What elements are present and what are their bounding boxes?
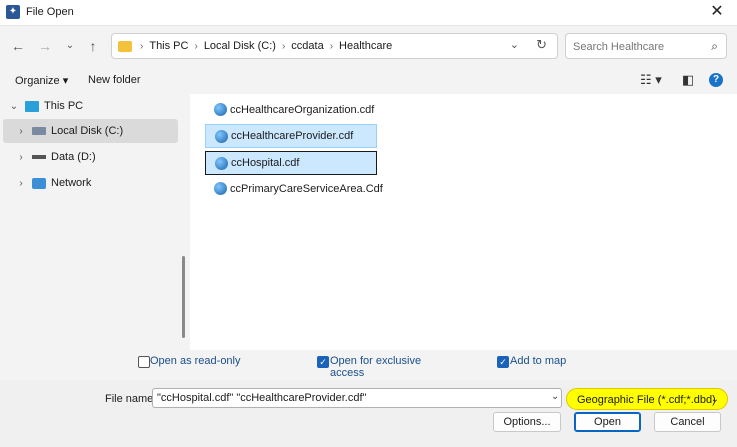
file-type-filter-select[interactable]: Geographic File (*.cdf;*.dbd) ⌄ [566,388,728,410]
exclusive-access-label-line2[interactable]: access [330,367,364,379]
bottom-panel: File name: "ccHospital.cdf" "ccHealthcar… [0,380,737,447]
navigation-bar: ← → ⌄ ↑ › This PC › Local Disk (C:) › cc… [0,26,737,66]
title-bar: ✦ File Open ✕ [0,0,737,26]
file-type-filter-value: Geographic File (*.cdf;*.dbd) [577,394,716,406]
close-button[interactable]: ✕ [697,0,737,26]
tree-item-data-d[interactable]: › Data (D:) [0,145,178,169]
read-only-checkbox[interactable] [138,356,150,368]
options-button[interactable]: Options... [493,412,561,432]
preview-pane-icon[interactable]: ◧ [682,72,694,88]
breadcrumb-separator-icon: › [140,40,144,52]
command-toolbar: Organize ▾ New folder ☷ ▾ ◧ ? [0,66,737,94]
search-input[interactable]: Search Healthcare [573,41,664,53]
help-icon[interactable]: ? [709,73,723,87]
file-name: ccPrimaryCareServiceArea.Cdf [230,183,383,195]
back-arrow-icon[interactable]: ← [8,36,28,56]
file-name-dropdown-chevron-icon[interactable]: ⌄ [551,391,559,402]
breadcrumb-local-disk[interactable]: Local Disk (C:) [204,40,276,52]
recent-locations-chevron-icon[interactable]: ⌄ [60,36,80,56]
collapsed-chevron-icon[interactable]: › [14,126,28,137]
tree-item-label: Network [51,177,92,189]
file-name: ccHospital.cdf [231,157,300,169]
geographic-file-icon [214,103,227,116]
read-only-label[interactable]: Open as read-only [150,355,241,367]
file-item[interactable]: ccPrimaryCareServiceArea.Cdf [205,177,383,201]
file-item[interactable]: ccHealthcareProvider.cdf [205,124,377,148]
file-name: ccHealthcareOrganization.cdf [230,104,375,116]
navigation-pane: ⌄ This PC › Local Disk (C:) › Data (D:) … [0,94,190,350]
geographic-file-icon [215,157,228,170]
up-arrow-icon[interactable]: ↑ [83,36,103,56]
geographic-file-icon [215,130,228,143]
search-icon[interactable]: ⌕ [711,39,718,54]
breadcrumb-this-pc[interactable]: This PC [149,40,188,52]
folder-icon [118,40,132,52]
file-list: ccHealthcareOrganization.cdf ccHealthcar… [190,94,737,350]
breadcrumb-healthcare[interactable]: Healthcare [339,40,392,52]
organize-button[interactable]: Organize ▾ [15,74,68,87]
exclusive-access-checkbox[interactable]: ✓ [317,356,329,368]
cancel-button[interactable]: Cancel [654,412,721,432]
pc-icon [25,100,39,112]
file-name: ccHealthcareProvider.cdf [231,130,354,142]
file-name-input[interactable]: "ccHospital.cdf" "ccHealthcareProvider.c… [152,388,562,408]
collapsed-chevron-icon[interactable]: › [14,178,28,189]
address-dropdown-chevron-icon[interactable]: ⌄ [510,38,519,51]
breadcrumb-separator-icon: › [281,40,286,52]
add-to-map-label[interactable]: Add to map [510,355,566,367]
tree-item-this-pc[interactable]: ⌄ This PC [0,94,178,118]
forward-arrow-icon[interactable]: → [35,36,55,56]
navigation-pane-scrollbar[interactable] [182,256,185,338]
address-bar[interactable]: › This PC › Local Disk (C:) › ccdata › H… [111,33,558,59]
exclusive-access-label[interactable]: Open for exclusive [330,355,421,367]
options-row: Open as read-only ✓ Open for exclusive a… [0,350,737,380]
breadcrumb-ccdata[interactable]: ccdata [291,40,323,52]
app-icon: ✦ [6,5,20,19]
open-button[interactable]: Open [574,412,641,432]
tree-item-label: Data (D:) [51,151,96,163]
tree-item-label: Local Disk (C:) [51,125,124,137]
file-item[interactable]: ccHealthcareOrganization.cdf [205,98,377,122]
file-name-label: File name: [105,393,157,405]
refresh-icon[interactable]: ↻ [536,37,547,53]
drive-icon [32,155,46,159]
tree-item-local-disk[interactable]: › Local Disk (C:) [3,119,178,143]
window-title: File Open [26,6,74,18]
view-options-icon[interactable]: ☷ ▾ [640,72,662,88]
geographic-file-icon [214,182,227,195]
tree-item-label: This PC [44,100,84,112]
breadcrumb-separator-icon: › [194,40,198,52]
network-icon [32,177,46,189]
expanded-chevron-icon[interactable]: ⌄ [7,101,21,112]
collapsed-chevron-icon[interactable]: › [14,152,28,163]
breadcrumb-separator-icon: › [329,40,334,52]
filter-dropdown-chevron-icon: ⌄ [710,394,719,405]
add-to-map-checkbox[interactable]: ✓ [497,356,509,368]
new-folder-button[interactable]: New folder [88,74,141,86]
file-item[interactable]: ccHospital.cdf [205,151,377,175]
disk-icon [32,127,46,135]
search-box[interactable]: Search Healthcare ⌕ [565,33,727,59]
tree-item-network[interactable]: › Network [0,171,178,195]
